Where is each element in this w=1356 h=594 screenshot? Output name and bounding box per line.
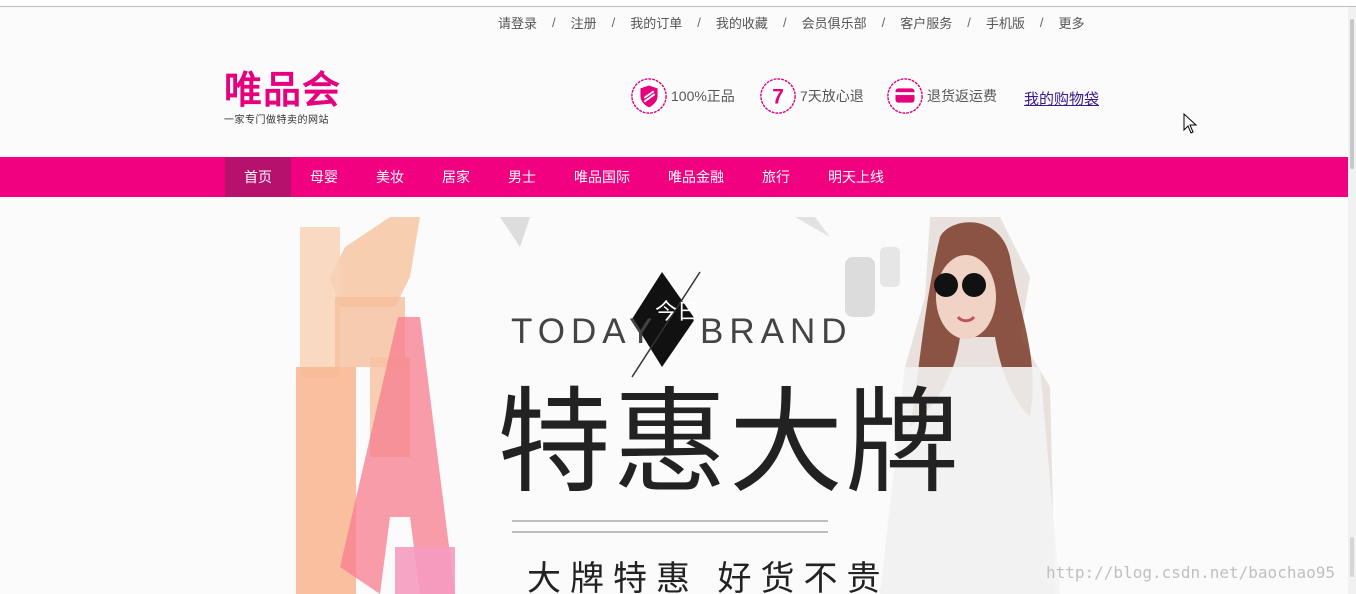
shopping-bag-link[interactable]: 我的购物袋 xyxy=(1024,88,1099,109)
banner-title: 特惠大牌 xyxy=(497,376,962,509)
logo-slogan: 一家专门做特卖的网站 xyxy=(224,115,329,126)
separator: / xyxy=(881,14,886,30)
promise-genuine-text: 100%正品 xyxy=(671,88,735,104)
my-orders-link[interactable]: 我的订单 xyxy=(630,13,682,32)
seven-badge-text: 7 xyxy=(772,86,784,109)
login-link[interactable]: 请登录 xyxy=(498,13,537,32)
card-icon xyxy=(887,78,923,114)
nav-item-beauty[interactable]: 美妆 xyxy=(357,157,423,197)
mobile-version-link[interactable]: 手机版 xyxy=(986,13,1025,32)
nav-item-men[interactable]: 男士 xyxy=(489,157,555,197)
nav-item-home-living[interactable]: 居家 xyxy=(423,157,489,197)
register-link[interactable]: 注册 xyxy=(571,13,597,32)
mouse-cursor-icon xyxy=(1183,113,1198,134)
customer-service-link[interactable]: 客户服务 xyxy=(900,13,952,32)
separator: / xyxy=(611,14,616,30)
top-links-bar: 请登录 / 注册 / 我的订单 / 我的收藏 / 会员俱乐部 / 客户服务 / … xyxy=(498,13,1085,31)
today-cn-text: 今日 xyxy=(655,300,699,325)
promise-7-day-text: 7天放心退 xyxy=(800,88,864,104)
nav-item-home[interactable]: 首页 xyxy=(225,157,291,197)
more-link[interactable]: 更多 xyxy=(1058,13,1084,32)
promise-genuine: 100%正品 xyxy=(630,77,735,115)
separator: / xyxy=(697,14,701,30)
member-club-link[interactable]: 会员俱乐部 xyxy=(802,13,867,32)
main-nav: 首页 母婴 美妆 居家 男士 唯品国际 唯品金融 旅行 明天上线 xyxy=(0,157,1348,197)
scrollbar-thumb[interactable] xyxy=(1350,19,1354,169)
logo-brand: 唯品会 xyxy=(224,68,342,112)
banner-today-text: TODAY xyxy=(511,312,659,351)
seven-days-icon: 7 xyxy=(760,78,796,114)
separator: / xyxy=(782,14,787,30)
nav-item-maternity[interactable]: 母婴 xyxy=(291,157,357,197)
promise-7-day-return: 7 7天放心退 xyxy=(759,77,864,115)
separator: / xyxy=(967,14,971,30)
hero-banner[interactable]: 今日 TODAY BRAND 特惠大牌 大牌特惠 好货不贵 xyxy=(0,217,1348,594)
promise-return-shipping: 退货返运费 xyxy=(886,77,997,115)
my-favorites-link[interactable]: 我的收藏 xyxy=(716,13,768,32)
separator: / xyxy=(552,14,556,30)
nav-item-international[interactable]: 唯品国际 xyxy=(555,157,649,197)
browser-top-border xyxy=(0,0,1356,7)
shield-icon xyxy=(631,78,667,114)
promise-return-shipping-text: 退货返运费 xyxy=(927,88,997,104)
watermark-text: http://blog.csdn.net/baochao95 xyxy=(1046,563,1335,582)
separator: / xyxy=(1039,14,1044,30)
nav-item-travel[interactable]: 旅行 xyxy=(743,157,809,197)
site-logo[interactable]: 唯品会 一家专门做特卖的网站 xyxy=(224,70,341,126)
nav-item-finance[interactable]: 唯品金融 xyxy=(649,157,743,197)
scrollbar-thumb-secondary xyxy=(1350,537,1354,577)
banner-subtitle: 大牌特惠 好货不贵 xyxy=(527,560,890,594)
banner-brand-text: BRAND xyxy=(700,312,853,351)
vertical-scrollbar[interactable] xyxy=(1348,7,1356,594)
nav-item-tomorrow[interactable]: 明天上线 xyxy=(809,157,903,197)
